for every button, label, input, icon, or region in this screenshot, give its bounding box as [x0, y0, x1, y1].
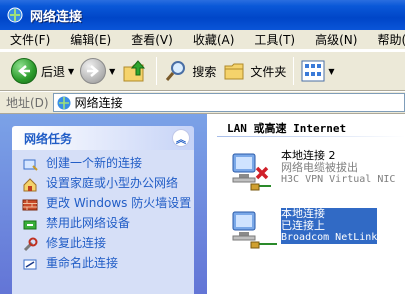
menu-bar: 文件(F) 编辑(E) 查看(V) 收藏(A) 工具(T) 高级(N) 帮助(H… [0, 30, 405, 50]
task-label: 更改 Windows 防火墙设置 [46, 196, 192, 210]
chevron-down-icon[interactable]: ▼ [109, 67, 115, 76]
network-connections-icon [57, 96, 71, 109]
views-icon [301, 60, 325, 82]
back-label: 后退 [41, 64, 66, 79]
folders-icon [224, 63, 244, 80]
task-disable-device[interactable]: 禁用此网络设备 [22, 216, 194, 233]
toolbar-separator [293, 57, 295, 85]
connection-local[interactable]: 本地连接 已连接上 Broadcom NetLink [227, 208, 378, 254]
task-label: 设置家庭或小型办公网络 [46, 176, 179, 190]
network-tasks-title: 网络任务 [24, 131, 73, 146]
lan-connected-icon [232, 211, 277, 249]
address-bar: 地址(D) 网络连接 [0, 92, 405, 114]
home-network-icon [23, 178, 37, 192]
firewall-icon [22, 199, 38, 211]
menu-help[interactable]: 帮助(H) [367, 31, 405, 48]
group-divider [217, 136, 405, 137]
search-icon [166, 61, 186, 81]
window-title: 网络连接 [30, 9, 83, 25]
connection-status: 已连接上 [281, 220, 378, 232]
address-input[interactable]: 网络连接 [52, 93, 405, 112]
task-label: 修复此连接 [46, 236, 107, 250]
folders-button[interactable]: 文件夹 [219, 54, 289, 88]
task-label: 重命名此连接 [46, 256, 119, 270]
disable-device-icon [23, 220, 37, 230]
menu-edit[interactable]: 编辑(E) [60, 31, 111, 48]
title-bar[interactable]: 网络连接 [0, 0, 405, 30]
back-arrow-icon [11, 58, 37, 84]
connections-view: LAN 或高速 Internet 本地连接 2 网络电缆被拔出 H3C VPN … [207, 114, 405, 294]
lan-disconnected-icon [232, 153, 271, 191]
connection-device: Broadcom NetLink [281, 232, 378, 244]
network-tasks-list: 创建一个新的连接 设置家庭或小型办公网络 更改 Windows 防火墙设置 禁用… [12, 150, 194, 294]
task-create-connection[interactable]: 创建一个新的连接 [22, 156, 194, 173]
up-folder-button[interactable] [118, 54, 152, 88]
menu-advanced[interactable]: 高级(N) [305, 31, 357, 48]
collapse-icon[interactable]: ︽ [172, 129, 190, 147]
connection-device: H3C VPN Virtual NIC [281, 174, 396, 185]
folders-label: 文件夹 [250, 64, 287, 79]
network-connections-icon [7, 7, 23, 23]
toolbar-separator [156, 57, 158, 85]
menu-file[interactable]: 文件(F) [0, 31, 50, 48]
rename-icon [23, 259, 37, 270]
address-label: 地址(D) [6, 96, 49, 110]
new-connection-icon [23, 159, 38, 171]
task-pane: 网络任务 ︽ 创建一个新的连接 设置家庭或小型办公网络 更改 Windows 防… [0, 114, 207, 294]
network-tasks-header[interactable]: 网络任务 ︽ [12, 126, 194, 150]
menu-favorites[interactable]: 收藏(A) [183, 31, 235, 48]
address-value: 网络连接 [74, 96, 123, 110]
menu-tools[interactable]: 工具(T) [244, 31, 295, 48]
views-button[interactable]: ▼ [298, 54, 337, 88]
repair-icon [23, 237, 38, 252]
task-rename-connection[interactable]: 重命名此连接 [22, 256, 194, 273]
task-repair-connection[interactable]: 修复此连接 [22, 236, 194, 253]
back-button[interactable]: 后退 ▼ [8, 54, 77, 88]
forward-arrow-icon [80, 58, 107, 84]
search-button[interactable]: 搜索 [161, 54, 219, 88]
search-label: 搜索 [192, 64, 217, 79]
up-folder-icon [123, 60, 146, 82]
group-header: LAN 或高速 Internet [227, 122, 347, 135]
forward-button[interactable]: ▼ [77, 54, 118, 88]
task-home-network[interactable]: 设置家庭或小型办公网络 [22, 176, 194, 193]
chevron-down-icon[interactable]: ▼ [328, 67, 334, 76]
task-firewall-settings[interactable]: 更改 Windows 防火墙设置 [22, 196, 194, 213]
task-label: 创建一个新的连接 [46, 156, 143, 170]
connection-status: 网络电缆被拔出 [281, 161, 358, 174]
menu-view[interactable]: 查看(V) [121, 31, 173, 48]
chevron-down-icon[interactable]: ▼ [68, 67, 74, 76]
task-label: 禁用此网络设备 [46, 216, 131, 230]
connection-local-2[interactable]: 本地连接 2 网络电缆被拔出 H3C VPN Virtual NIC [227, 150, 395, 196]
toolbar: 后退 ▼ ▼ 搜索 文件夹 ▼ [0, 51, 405, 91]
